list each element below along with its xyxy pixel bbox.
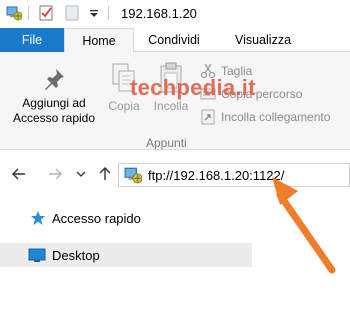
nav-item-label: Accesso rapido bbox=[52, 210, 141, 226]
ribbon-tabs: File Home Condividi Visualizza bbox=[0, 28, 350, 53]
paste-shortcut-label: Incolla collegamento bbox=[221, 110, 331, 124]
desktop-icon bbox=[28, 248, 46, 262]
recent-locations-icon[interactable] bbox=[72, 165, 90, 183]
computer-network-icon[interactable] bbox=[6, 5, 22, 21]
paste-label: Incolla bbox=[153, 99, 189, 113]
nav-item-desktop[interactable]: Desktop bbox=[0, 243, 252, 267]
watermark: techpedia.it bbox=[130, 75, 256, 100]
tab-file[interactable]: File bbox=[0, 28, 64, 52]
address-text: ftp://192.168.1.20:1122/ bbox=[148, 167, 285, 183]
tab-visualizza[interactable]: Visualizza bbox=[218, 28, 308, 52]
nav-item-accesso-rapido[interactable]: Accesso rapido bbox=[30, 206, 141, 230]
separator bbox=[28, 6, 29, 20]
network-location-icon bbox=[124, 167, 142, 184]
up-arrow-icon[interactable] bbox=[96, 165, 114, 183]
address-bar[interactable]: ftp://192.168.1.20:1122/ bbox=[118, 163, 350, 187]
navigation-bar: ftp://192.168.1.20:1122/ bbox=[0, 153, 350, 195]
copy-label: Copia bbox=[108, 99, 140, 113]
properties-check-icon[interactable] bbox=[38, 5, 54, 21]
back-arrow-icon[interactable] bbox=[10, 165, 28, 183]
paste-shortcut-button[interactable]: Incolla collegamento bbox=[200, 108, 330, 126]
window-title: 192.168.1.20 bbox=[121, 6, 197, 21]
pin-icon bbox=[45, 69, 64, 90]
forward-arrow-icon[interactable] bbox=[46, 165, 64, 183]
pin-to-quick-access-button[interactable]: Aggiungi ad Accesso rapido bbox=[6, 66, 102, 126]
nav-item-label: Desktop bbox=[52, 247, 100, 263]
separator bbox=[108, 6, 109, 20]
pin-label-line1: Aggiungi ad bbox=[22, 96, 86, 110]
clipboard-group-label: Appunti bbox=[146, 136, 187, 150]
navigation-pane: Accesso rapido Desktop bbox=[0, 198, 350, 309]
dropdown-icon[interactable] bbox=[86, 5, 102, 21]
tab-home[interactable]: Home bbox=[64, 28, 134, 53]
blank-page-icon[interactable] bbox=[64, 5, 80, 21]
pin-label-line2: Accesso rapido bbox=[12, 111, 96, 125]
title-bar: 192.168.1.20 bbox=[0, 0, 350, 28]
paste-shortcut-icon bbox=[201, 109, 215, 125]
tab-condividi[interactable]: Condividi bbox=[135, 28, 213, 52]
ribbon-home-panel: Aggiungi ad Accesso rapido Copia Incolla… bbox=[0, 52, 350, 150]
star-icon bbox=[31, 211, 45, 225]
